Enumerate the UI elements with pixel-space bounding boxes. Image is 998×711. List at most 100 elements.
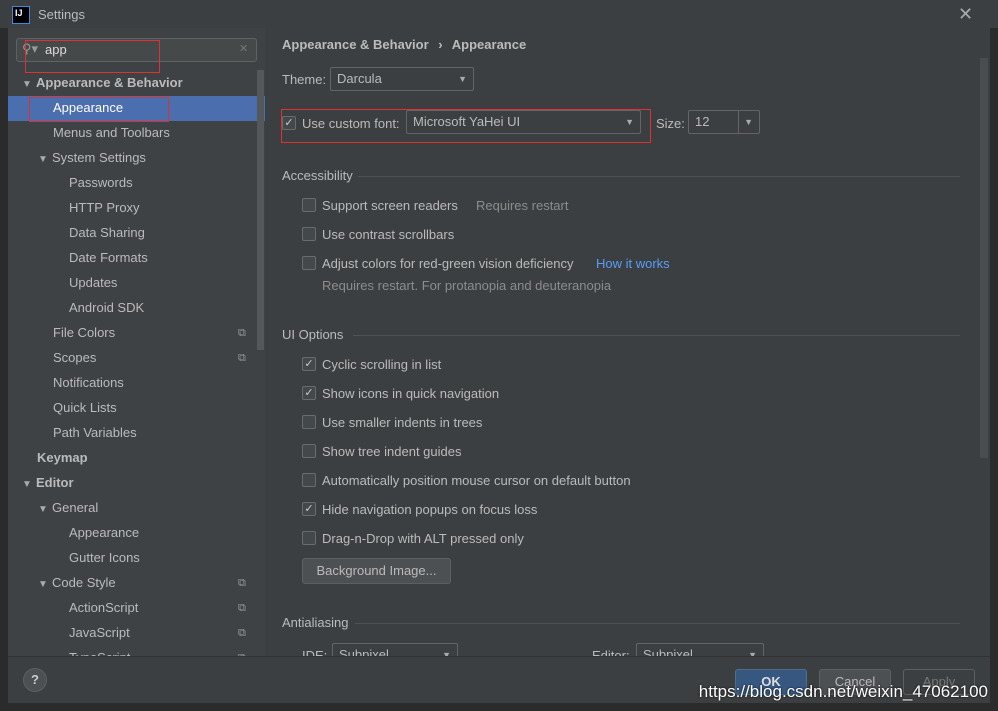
size-select[interactable]: 12 ▼ xyxy=(688,110,760,134)
tree-item-label: Updates xyxy=(69,275,118,290)
expand-triangle-icon[interactable]: ▼ xyxy=(22,72,36,97)
tree-item[interactable]: Scopes xyxy=(53,345,96,370)
section-ui-options: UI Options xyxy=(282,327,344,342)
tree-item[interactable]: Date Formats xyxy=(69,245,148,270)
tree-item[interactable]: ▼ Editor xyxy=(22,470,74,495)
tree-item-label: Notifications xyxy=(53,375,124,390)
tree-item[interactable]: TypeScript xyxy=(69,645,130,656)
breadcrumb-item[interactable]: Appearance & Behavior xyxy=(282,37,429,52)
screen-readers-checkbox[interactable] xyxy=(302,198,316,212)
ui-option-label: Use smaller indents in trees xyxy=(322,415,483,430)
watermark: https://blog.csdn.net/weixin_47062100 xyxy=(698,682,988,701)
contrast-checkbox[interactable] xyxy=(302,227,316,241)
close-icon[interactable]: ✕ xyxy=(958,4,973,25)
highlight-box xyxy=(29,97,169,122)
tree-item[interactable]: Menus and Toolbars xyxy=(53,120,170,145)
tree-item[interactable]: ▼ General xyxy=(38,495,98,520)
tree-item[interactable]: ▼ Appearance & Behavior xyxy=(22,70,183,95)
tree-item[interactable]: Path Variables xyxy=(53,420,137,445)
ui-option-label: Automatically position mouse cursor on d… xyxy=(322,473,631,488)
chevron-down-icon: ▼ xyxy=(625,117,634,127)
tree-item[interactable]: ▼ System Settings xyxy=(38,145,146,170)
tree-item[interactable]: JavaScript xyxy=(69,620,130,645)
tree-item[interactable]: Keymap xyxy=(37,445,88,470)
tree-item[interactable]: Notifications xyxy=(53,370,124,395)
project-scope-icon: ⧉ xyxy=(238,352,246,364)
contrast-label: Use contrast scrollbars xyxy=(322,227,455,242)
tree-item-label: JavaScript xyxy=(69,625,130,640)
tree-item-label: Appearance xyxy=(69,525,140,540)
editor-label: Editor: xyxy=(592,648,630,656)
divider xyxy=(353,335,960,336)
theme-label: Theme: xyxy=(282,72,327,87)
background-image-button[interactable]: Background Image... xyxy=(302,558,451,584)
ui-option-checkbox[interactable]: ✓ xyxy=(302,386,316,400)
project-scope-icon: ⧉ xyxy=(238,602,246,614)
tree-item-label: Quick Lists xyxy=(53,400,117,415)
color-deficiency-label: Adjust colors for red-green vision defic… xyxy=(322,256,574,271)
ui-option-checkbox[interactable] xyxy=(302,415,316,429)
ui-option-label: Hide navigation popups on focus loss xyxy=(322,502,538,517)
tree-item-label: File Colors xyxy=(53,325,116,340)
chevron-down-icon: ▼ xyxy=(458,74,467,84)
tree-item[interactable]: Appearance xyxy=(69,520,139,545)
section-accessibility: Accessibility xyxy=(282,168,353,183)
ui-option-label: Drag-n-Drop with ALT pressed only xyxy=(322,531,524,546)
custom-font-checkbox[interactable]: ✓ xyxy=(282,116,296,130)
chevron-down-icon: ▼ xyxy=(738,111,753,133)
main-scrollbar[interactable] xyxy=(980,58,988,458)
project-scope-icon: ⧉ xyxy=(238,627,246,639)
tree-item-label: General xyxy=(52,500,99,515)
ui-option-label: Show tree indent guides xyxy=(322,444,462,459)
font-select[interactable]: Microsoft YaHei UI ▼ xyxy=(406,110,641,134)
tree-item[interactable]: Gutter Icons xyxy=(69,545,140,570)
tree-item-label: Code Style xyxy=(52,575,116,590)
custom-font-label: Use custom font: xyxy=(302,116,400,131)
ui-option-checkbox[interactable]: ✓ xyxy=(302,502,316,516)
tree-item-label: Scopes xyxy=(53,350,97,365)
ui-option-checkbox[interactable] xyxy=(302,473,316,487)
section-antialiasing: Antialiasing xyxy=(282,615,349,630)
tree-item[interactable]: Android SDK xyxy=(69,295,144,320)
tree-item-label: System Settings xyxy=(52,150,146,165)
expand-triangle-icon[interactable]: ▼ xyxy=(22,472,36,497)
screen-readers-label: Support screen readers xyxy=(322,198,458,213)
theme-select[interactable]: Darcula ▼ xyxy=(330,67,474,91)
appearance-panel: Appearance & Behavior › Appearance Theme… xyxy=(265,28,990,656)
tree-item[interactable]: ▼ Code Style xyxy=(38,570,116,595)
deficiency-note: Requires restart. For protanopia and deu… xyxy=(322,278,612,293)
tree-item[interactable]: Passwords xyxy=(69,170,133,195)
ui-option-label: Cyclic scrolling in list xyxy=(322,357,442,372)
ui-option-label: Show icons in quick navigation xyxy=(322,386,500,401)
help-button[interactable]: ? xyxy=(23,668,47,692)
tree-item[interactable]: ActionScript xyxy=(69,595,138,620)
tree-item[interactable]: Updates xyxy=(69,270,117,295)
ui-option-checkbox[interactable]: ✓ xyxy=(302,357,316,371)
size-label: Size: xyxy=(656,116,685,131)
ide-label: IDE: xyxy=(302,648,328,656)
tree-item[interactable]: Data Sharing xyxy=(69,220,145,245)
tree-item[interactable]: File Colors xyxy=(53,320,115,345)
tree-item-label: Passwords xyxy=(69,175,133,190)
tree-item-label: HTTP Proxy xyxy=(69,200,140,215)
divider xyxy=(355,623,960,624)
tree-item-label: Menus and Toolbars xyxy=(53,125,170,140)
ui-option-checkbox[interactable] xyxy=(302,531,316,545)
tree-item-label: Editor xyxy=(36,475,74,490)
expand-triangle-icon[interactable]: ▼ xyxy=(38,147,52,172)
tree-item-label: Data Sharing xyxy=(69,225,145,240)
tree-item-label: ActionScript xyxy=(69,600,139,615)
tree-item[interactable]: HTTP Proxy xyxy=(69,195,140,220)
tree-item-label: Path Variables xyxy=(53,425,137,440)
how-it-works-link[interactable]: How it works xyxy=(596,256,670,271)
editor-antialiasing-select[interactable]: Subpixel ▼ xyxy=(636,643,764,656)
tree-item-label: Keymap xyxy=(37,450,88,465)
tree-item-label: Appearance & Behavior xyxy=(36,75,183,90)
expand-triangle-icon[interactable]: ▼ xyxy=(38,572,52,597)
ide-antialiasing-select[interactable]: Subpixel ▼ xyxy=(332,643,458,656)
tree-item-label: Android SDK xyxy=(69,300,145,315)
color-deficiency-checkbox[interactable] xyxy=(302,256,316,270)
expand-triangle-icon[interactable]: ▼ xyxy=(38,497,52,522)
ui-option-checkbox[interactable] xyxy=(302,444,316,458)
tree-item[interactable]: Quick Lists xyxy=(53,395,117,420)
